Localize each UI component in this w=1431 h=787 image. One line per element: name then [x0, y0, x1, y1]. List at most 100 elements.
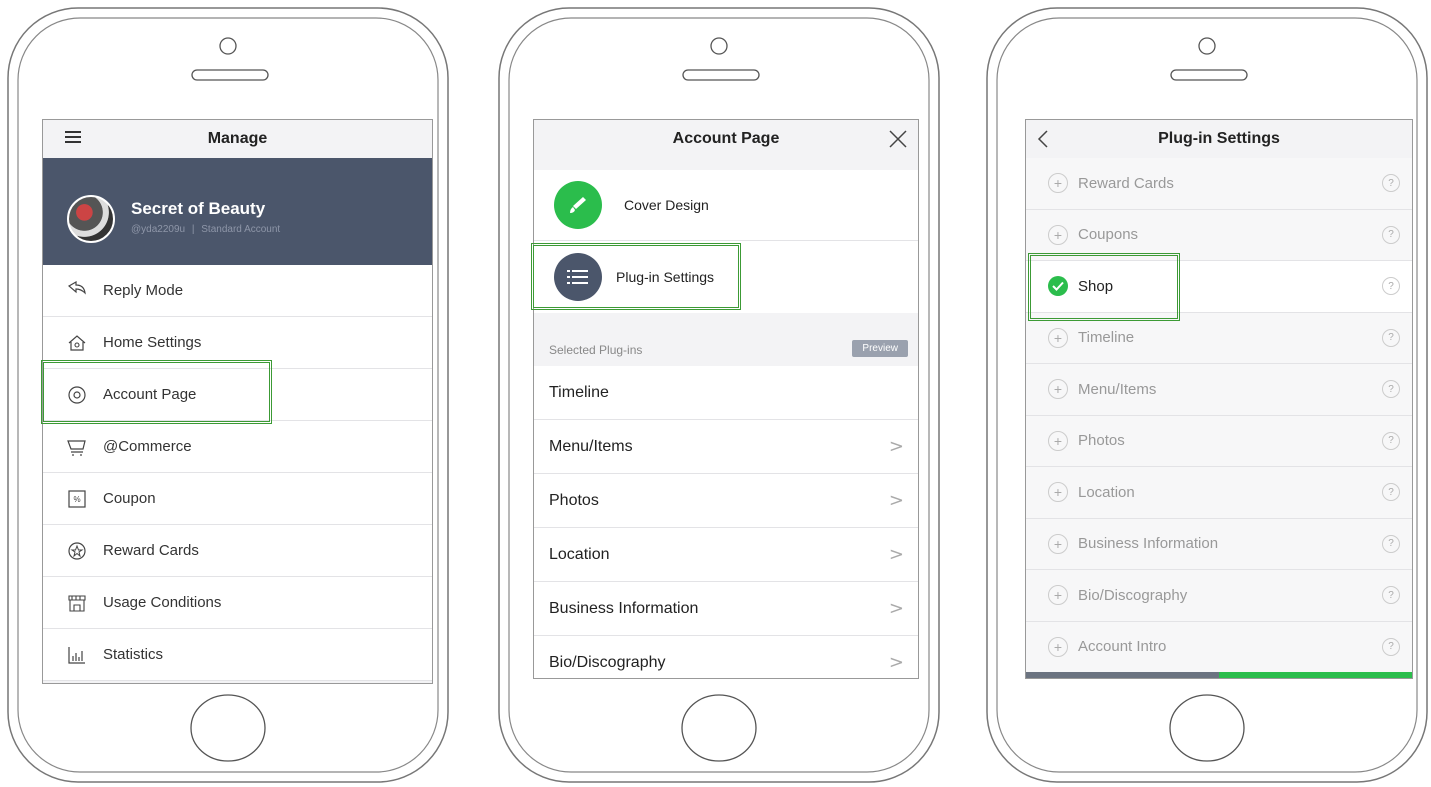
phone-account-page: Account Page Cover Design Plug-in Settin…: [496, 6, 942, 786]
close-icon[interactable]: [888, 129, 908, 149]
header: Manage: [43, 120, 432, 158]
menu-item-account-page[interactable]: Account Page: [43, 369, 432, 421]
plugin-row[interactable]: Location >: [534, 528, 918, 582]
menu-item-reply-mode[interactable]: Reply Mode: [43, 265, 432, 317]
progress-bar: [1026, 672, 1412, 678]
plugin-option-label: Photos: [1078, 432, 1125, 450]
help-icon[interactable]: ?: [1382, 483, 1400, 502]
plugin-row[interactable]: Menu/Items >: [534, 420, 918, 474]
help-icon[interactable]: ?: [1382, 586, 1400, 605]
plugin-option[interactable]: + Location?: [1026, 467, 1412, 519]
menu-item-reward-cards[interactable]: Reward Cards: [43, 525, 432, 577]
plus-circle-icon[interactable]: +: [1048, 482, 1068, 503]
menu-item-label: Home Settings: [103, 334, 202, 351]
menu-item-label: Reply Mode: [103, 282, 184, 299]
screen: Account Page Cover Design Plug-in Settin…: [533, 119, 919, 679]
plugin-option[interactable]: + Timeline?: [1026, 312, 1412, 364]
chevron-right-icon: >: [888, 598, 904, 619]
plugin-label: Photos: [549, 491, 599, 509]
profile-subtitle: @yda2209u | Standard Account: [131, 224, 280, 235]
menu-item-home-settings[interactable]: Home Settings: [43, 317, 432, 369]
account-type: Standard Account: [201, 224, 281, 235]
cover-design-row[interactable]: Cover Design: [534, 170, 918, 241]
cart-icon: [67, 437, 87, 457]
profile-handle: @yda2209u: [131, 224, 186, 235]
screen: Plug-in Settings + Reward Cards? + Coupons?…: [1025, 119, 1413, 679]
help-icon[interactable]: ?: [1382, 328, 1400, 347]
plugin-option-label: Menu/Items: [1078, 380, 1157, 398]
help-icon[interactable]: ?: [1382, 637, 1400, 656]
plugin-label: Bio/Discography: [549, 653, 666, 671]
plugin-label: Menu/Items: [549, 437, 633, 455]
plus-circle-icon[interactable]: +: [1048, 224, 1068, 245]
plus-circle-icon[interactable]: +: [1048, 430, 1068, 451]
plugin-label: Location: [549, 545, 610, 563]
plus-circle-icon[interactable]: +: [1048, 585, 1068, 606]
plugin-settings-label: Plug-in Settings: [616, 269, 715, 285]
menu-item-coupon[interactable]: % Coupon: [43, 473, 432, 525]
plus-circle-icon[interactable]: +: [1048, 327, 1068, 348]
back-chevron-icon[interactable]: [1036, 129, 1050, 149]
help-icon[interactable]: ?: [1382, 174, 1400, 193]
coupon-icon: %: [67, 489, 87, 509]
plugin-option[interactable]: + Business Information?: [1026, 518, 1412, 570]
avatar: [67, 195, 115, 243]
chart-icon: [67, 645, 87, 665]
page-title: Manage: [207, 130, 268, 147]
profile-banner: Secret of Beauty @yda2209u | Standard Ac…: [43, 158, 432, 265]
menu-item-usage-conditions[interactable]: Usage Conditions: [43, 577, 432, 629]
plugin-option[interactable]: + Reward Cards?: [1026, 158, 1412, 210]
help-icon[interactable]: ?: [1382, 534, 1400, 553]
plugin-option-label: Business Information: [1078, 535, 1219, 553]
plugin-label: Timeline: [549, 383, 609, 401]
plus-circle-icon[interactable]: +: [1048, 173, 1068, 194]
cover-design-label: Cover Design: [624, 197, 709, 213]
section-label: Selected Plug-ins: [549, 343, 643, 357]
reply-icon: [67, 280, 87, 301]
plugin-option-label: Timeline: [1078, 329, 1135, 347]
help-icon[interactable]: ?: [1382, 431, 1400, 450]
menu-item-label: Reward Cards: [103, 542, 199, 559]
plugin-option-label: Location: [1078, 483, 1135, 501]
progress-bar-fill: [1219, 672, 1412, 678]
plugin-option[interactable]: + Photos?: [1026, 415, 1412, 467]
hamburger-menu-icon[interactable]: [65, 131, 81, 143]
preview-button[interactable]: Preview: [852, 340, 908, 357]
help-icon[interactable]: ?: [1382, 380, 1400, 399]
profile-name: Secret of Beauty: [131, 199, 266, 218]
chevron-right-icon: >: [888, 544, 904, 565]
shop-icon: [67, 593, 87, 613]
list-icon: [554, 253, 602, 301]
plugin-row[interactable]: Bio/Discography >: [534, 636, 918, 678]
menu-item-label: Statistics: [103, 646, 164, 663]
plus-circle-icon[interactable]: +: [1048, 533, 1068, 554]
help-icon[interactable]: ?: [1382, 225, 1400, 244]
plus-circle-icon[interactable]: +: [1048, 636, 1068, 657]
menu-item-statistics[interactable]: Statistics: [43, 629, 432, 681]
plugin-option-label: Bio/Discography: [1078, 586, 1188, 604]
plugin-settings-row[interactable]: Plug-in Settings: [534, 241, 918, 313]
brush-icon: [554, 181, 602, 229]
plugin-option[interactable]: Shop?: [1026, 261, 1412, 313]
plugin-option[interactable]: + Coupons?: [1026, 209, 1412, 261]
menu-item-label: Usage Conditions: [103, 594, 222, 611]
plugin-option-label: Shop: [1078, 277, 1114, 295]
chevron-right-icon: >: [888, 652, 904, 673]
separator: |: [191, 224, 195, 235]
plugin-row[interactable]: Photos >: [534, 474, 918, 528]
plugin-option[interactable]: + Account Intro?: [1026, 621, 1412, 673]
plugin-option-label: Reward Cards: [1078, 174, 1174, 192]
page-title: Account Page: [672, 130, 780, 147]
selected-plugins-header: Selected Plug-ins Preview: [534, 334, 918, 366]
menu-item-commerce[interactable]: @Commerce: [43, 421, 432, 473]
plugin-option[interactable]: + Bio/Discography?: [1026, 570, 1412, 622]
plugin-row[interactable]: Business Information >: [534, 582, 918, 636]
star-icon: [67, 541, 87, 561]
plugin-option[interactable]: + Menu/Items?: [1026, 364, 1412, 416]
chevron-right-icon: >: [888, 436, 904, 457]
help-icon[interactable]: ?: [1382, 277, 1400, 296]
plugin-row[interactable]: Timeline: [534, 366, 918, 420]
svg-text:%: %: [73, 495, 80, 504]
phone-plugin-settings: Plug-in Settings + Reward Cards? + Coupons?…: [984, 6, 1430, 786]
plus-circle-icon[interactable]: +: [1048, 379, 1068, 400]
